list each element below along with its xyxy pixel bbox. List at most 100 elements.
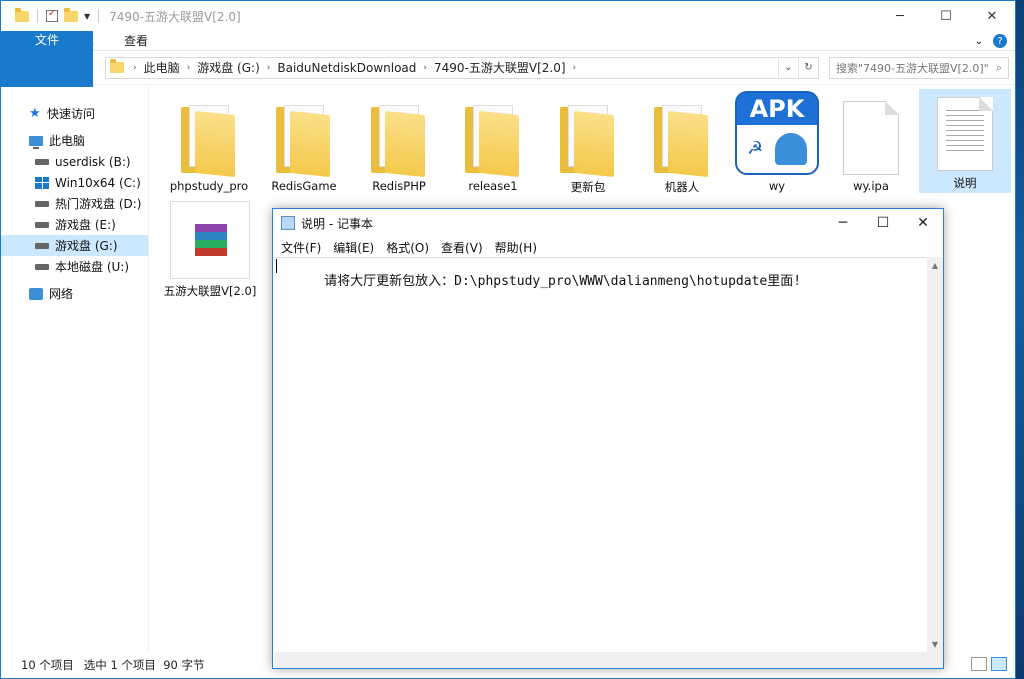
address-history-chevron-icon[interactable]: ⌄: [778, 57, 798, 78]
file-name: wy.ipa: [853, 179, 889, 193]
window-title: 7490-五游大联盟V[2.0]: [109, 9, 241, 24]
breadcrumb-drive-g[interactable]: 游戏盘 (G:): [193, 59, 264, 76]
file-name: 机器人: [664, 180, 700, 194]
folder-icon: [110, 59, 124, 73]
notepad-maximize-button[interactable]: ☐: [863, 209, 903, 237]
nav-drive-d[interactable]: 热门游戏盘 (D:): [1, 193, 148, 214]
nav-drive-e[interactable]: 游戏盘 (E:): [1, 214, 148, 235]
expand-ribbon-icon[interactable]: ⌄: [975, 36, 983, 47]
window-controls: ─ ☐ ✕: [877, 1, 1015, 31]
file-item-update-package[interactable]: 更新包: [542, 93, 634, 197]
menu-format[interactable]: 格式(O): [380, 239, 435, 256]
drive-icon: [35, 242, 49, 249]
menu-help[interactable]: 帮助(H): [489, 239, 543, 256]
drive-icon: [35, 221, 49, 228]
scroll-down-icon[interactable]: ▼: [927, 636, 943, 652]
drive-icon: [35, 158, 49, 165]
breadcrumb-this-pc[interactable]: 此电脑: [140, 59, 184, 76]
nav-label: Win10x64 (C:): [55, 175, 141, 190]
selection-status: 选中 1 个项目 90 字节: [83, 658, 205, 672]
file-item-phpstudy-pro[interactable]: phpstudy_pro: [163, 93, 255, 197]
maximize-button[interactable]: ☐: [923, 1, 969, 31]
file-item-rar-archive[interactable]: 五游大联盟V[2.0]: [163, 195, 257, 299]
nav-network[interactable]: 网络: [1, 283, 148, 304]
menu-edit[interactable]: 编辑(E): [327, 239, 380, 256]
nav-drive-c[interactable]: Win10x64 (C:): [1, 172, 148, 193]
search-input[interactable]: 搜索"7490-五游大联盟V[2.0]" ⌕: [829, 56, 1009, 79]
item-count: 10 个项目: [21, 658, 74, 672]
chevron-right-icon[interactable]: ›: [184, 63, 194, 73]
nav-drive-g[interactable]: 游戏盘 (G:): [1, 235, 148, 256]
file-item-redisphp[interactable]: RedisPHP: [353, 93, 445, 197]
chevron-right-icon[interactable]: ›: [420, 63, 430, 73]
properties-icon[interactable]: [46, 8, 58, 22]
refresh-icon[interactable]: ↻: [798, 57, 818, 78]
address-actions: ⌄ ↻: [778, 57, 818, 78]
menu-view[interactable]: 查看(V): [435, 239, 489, 256]
close-button[interactable]: ✕: [969, 1, 1015, 31]
ribbon-tabs: 文件 主页 共享 查看 ⌄ ?: [1, 31, 1015, 135]
chevron-right-icon[interactable]: ›: [570, 63, 580, 73]
ribbon-right: ⌄ ?: [975, 34, 1007, 48]
address-bar[interactable]: › 此电脑 › 游戏盘 (G:) › BaiduNetdiskDownload …: [105, 56, 819, 79]
horizontal-scrollbar[interactable]: [275, 652, 927, 668]
nav-quick-access[interactable]: ★ 快速访问: [1, 103, 148, 124]
divider: [37, 9, 38, 23]
notepad-titlebar: 说明 - 记事本 ─ ☐ ✕: [273, 209, 943, 237]
windows-drive-icon: [35, 176, 49, 189]
minimize-button[interactable]: ─: [877, 1, 923, 31]
folder-icon: [369, 103, 429, 178]
file-item-readme[interactable]: 说明: [919, 89, 1011, 193]
folder-icon: [274, 103, 334, 178]
notepad-text-area[interactable]: 请将大厅更新包放入：D:\phpstudy_pro\WWW\dalianmeng…: [275, 257, 927, 652]
help-icon[interactable]: ?: [993, 34, 1007, 48]
notepad-window-controls: ─ ☐ ✕: [823, 209, 943, 237]
notepad-menu-bar: 文件(F) 编辑(E) 格式(O) 查看(V) 帮助(H): [273, 237, 943, 257]
star-icon: ★: [29, 106, 41, 121]
tab-view[interactable]: 查看: [109, 31, 163, 50]
chevron-right-icon[interactable]: ›: [264, 63, 274, 73]
scroll-up-icon[interactable]: ▲: [927, 257, 943, 273]
drive-icon: [35, 263, 49, 270]
file-item-wy-apk[interactable]: APK ☭ wy: [731, 89, 823, 193]
file-name: wy: [768, 179, 786, 193]
view-toggle: [971, 657, 1007, 671]
nav-drive-b[interactable]: userdisk (B:): [1, 151, 148, 172]
folder-icon: [463, 103, 523, 178]
notepad-title: 说明 - 记事本: [301, 216, 373, 231]
search-icon: ⌕: [995, 60, 1002, 74]
file-name: RedisPHP: [372, 179, 426, 193]
nav-drive-u[interactable]: 本地磁盘 (U:): [1, 256, 148, 277]
details-view-icon[interactable]: [971, 657, 987, 671]
chevron-right-icon: ›: [133, 62, 137, 73]
large-icons-view-icon[interactable]: [991, 657, 1007, 671]
blank-file-icon: [843, 101, 899, 175]
file-item-release1[interactable]: release1: [447, 93, 539, 197]
menu-file[interactable]: 文件(F): [275, 239, 327, 256]
nav-label: 此电脑: [49, 134, 86, 148]
notepad-window: 说明 - 记事本 ─ ☐ ✕ 文件(F) 编辑(E) 格式(O) 查看(V) 帮…: [272, 208, 944, 669]
breadcrumb-current[interactable]: 7490-五游大联盟V[2.0]: [430, 59, 570, 76]
new-folder-icon[interactable]: [64, 7, 78, 22]
drive-icon: [35, 200, 49, 207]
resize-grip[interactable]: [927, 652, 943, 668]
text-file-icon: [937, 97, 993, 171]
notepad-close-button[interactable]: ✕: [903, 209, 943, 237]
file-name: 更新包: [570, 180, 606, 194]
apk-icon: APK ☭: [735, 91, 819, 175]
file-item-redisgame[interactable]: RedisGame: [258, 93, 350, 197]
file-name: 五游大联盟V[2.0]: [163, 284, 257, 298]
file-name: RedisGame: [271, 179, 337, 193]
notepad-icon: [281, 216, 295, 230]
vertical-scrollbar[interactable]: ▲ ▼: [927, 257, 943, 652]
nav-label: 网络: [49, 287, 74, 301]
file-item-wy-ipa[interactable]: wy.ipa: [825, 93, 917, 197]
folder-icon: [179, 103, 239, 178]
breadcrumb-baidunetdisk[interactable]: BaiduNetdiskDownload: [273, 61, 420, 75]
customize-toolbar-icon[interactable]: ▼: [84, 12, 90, 21]
notepad-minimize-button[interactable]: ─: [823, 209, 863, 237]
explorer-titlebar: ▼ 7490-五游大联盟V[2.0] ─ ☐ ✕: [1, 1, 1015, 31]
computer-icon: [29, 135, 43, 149]
file-item-robot[interactable]: 机器人: [636, 93, 728, 197]
nav-this-pc[interactable]: 此电脑: [1, 130, 148, 151]
